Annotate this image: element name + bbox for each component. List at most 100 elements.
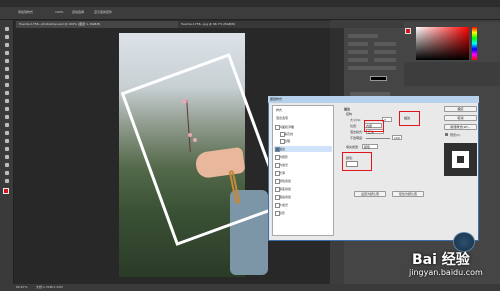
opacity-field[interactable]: 100 bbox=[392, 135, 402, 140]
menu-bar[interactable] bbox=[0, 0, 500, 7]
history-brush-icon[interactable] bbox=[3, 98, 11, 104]
opacity-slider[interactable] bbox=[366, 138, 390, 139]
gradient-tool-icon[interactable] bbox=[3, 114, 11, 120]
panel-row[interactable] bbox=[374, 50, 396, 54]
style-item-pattern-overlay[interactable]: 图案叠加 bbox=[274, 194, 332, 200]
hand-tool-icon[interactable] bbox=[3, 170, 11, 176]
style-item-satin[interactable]: 光泽 bbox=[274, 170, 332, 176]
lasso-tool-icon[interactable] bbox=[3, 42, 11, 48]
eraser-tool-icon[interactable] bbox=[3, 106, 11, 112]
style-checkbox[interactable] bbox=[275, 171, 280, 176]
stamp-tool-icon[interactable] bbox=[3, 90, 11, 96]
zoom-tool-icon[interactable] bbox=[3, 178, 11, 184]
style-checkbox[interactable] bbox=[275, 179, 280, 184]
cancel-button[interactable]: 取消 bbox=[444, 115, 477, 121]
style-item-color-overlay[interactable]: 颜色叠加 bbox=[274, 178, 332, 184]
style-checkbox[interactable] bbox=[275, 163, 280, 168]
style-checkbox[interactable] bbox=[275, 195, 280, 200]
panel-row[interactable] bbox=[348, 66, 396, 70]
section-title: 描边 bbox=[344, 107, 351, 111]
style-checkbox[interactable] bbox=[280, 139, 285, 144]
style-list: 样式 混合选项 斜面和浮雕 等高线 纹理 描边 内阴影 内发光 光泽 颜色叠加 … bbox=[272, 105, 334, 236]
position-label: 位置: bbox=[350, 124, 358, 128]
style-label: 内发光 bbox=[279, 163, 289, 167]
style-item-drop-shadow[interactable]: 投影 bbox=[274, 210, 332, 216]
style-item-contour[interactable]: 等高线 bbox=[274, 131, 332, 137]
structure-label: 结构 bbox=[346, 112, 353, 116]
style-label: 等高线 bbox=[284, 132, 294, 136]
healing-tool-icon[interactable] bbox=[3, 74, 11, 80]
style-checkbox[interactable] bbox=[275, 125, 280, 130]
options-bar: 添加到样式 100% 自动选择 显示变换控件 bbox=[0, 7, 500, 20]
path-select-tool-icon[interactable] bbox=[3, 154, 11, 160]
options-item-2[interactable]: 100% bbox=[55, 10, 64, 14]
zoom-readout[interactable]: 66.67% bbox=[16, 284, 27, 291]
fill-type-select[interactable]: 颜色 bbox=[362, 144, 378, 149]
style-preview-core bbox=[457, 156, 464, 163]
preview-label: 预览(V) bbox=[450, 133, 461, 137]
style-checkbox[interactable] bbox=[275, 203, 280, 208]
panel-row[interactable] bbox=[348, 42, 368, 46]
options-item-1[interactable]: 添加到样式 bbox=[18, 10, 33, 14]
reset-default-button[interactable]: 复位为默认值 bbox=[392, 191, 424, 197]
style-label: 图案叠加 bbox=[279, 195, 292, 199]
blur-tool-icon[interactable] bbox=[3, 122, 11, 128]
pen-tool-icon[interactable] bbox=[3, 138, 11, 144]
baidu-watermark-logo: Bai 经验 bbox=[412, 252, 470, 268]
style-checkbox[interactable] bbox=[275, 187, 280, 192]
style-item-blending[interactable]: 混合选项 bbox=[274, 115, 332, 121]
ok-button[interactable]: 确定 bbox=[444, 106, 477, 112]
highlight-color bbox=[342, 152, 372, 171]
preview-checkbox[interactable] bbox=[445, 133, 448, 136]
quick-select-tool-icon[interactable] bbox=[3, 50, 11, 56]
style-checkbox[interactable] bbox=[275, 155, 280, 160]
style-item-texture[interactable]: 纹理 bbox=[274, 138, 332, 144]
fill-type-label: 填充类型: bbox=[346, 145, 360, 149]
foreground-color-swatch[interactable] bbox=[3, 188, 9, 194]
style-item-inner-glow[interactable]: 内发光 bbox=[274, 162, 332, 168]
style-label: 斜面和浮雕 bbox=[279, 125, 295, 129]
eyedropper-tool-icon[interactable] bbox=[3, 66, 11, 72]
panel-row[interactable] bbox=[348, 58, 368, 62]
dialog-title[interactable]: 图层样式 bbox=[268, 96, 479, 103]
crop-tool-icon[interactable] bbox=[3, 58, 11, 64]
baidu-watermark-url: jingyan.baidu.com bbox=[409, 268, 483, 277]
style-checkbox[interactable] bbox=[275, 211, 280, 216]
move-tool-icon[interactable] bbox=[3, 26, 11, 32]
new-style-button[interactable]: 新建样式(W)... bbox=[444, 124, 477, 130]
text-color-swatch[interactable] bbox=[370, 76, 387, 81]
options-item-3[interactable]: 自动选择 bbox=[72, 10, 84, 14]
panel-row[interactable] bbox=[374, 42, 396, 46]
brush-tool-icon[interactable] bbox=[3, 82, 11, 88]
style-item-stroke[interactable]: 描边 bbox=[274, 146, 332, 152]
document-tabs: Tuanha-1736...photoshop.psd @ 100% (图层 1… bbox=[14, 20, 334, 28]
highlight-label: 描边 bbox=[404, 116, 411, 120]
hue-slider[interactable] bbox=[472, 27, 477, 60]
style-checkbox-checked[interactable] bbox=[275, 147, 280, 152]
color-picker-field[interactable] bbox=[416, 27, 469, 60]
panel-row[interactable] bbox=[348, 50, 368, 54]
panel-foreground-swatch[interactable] bbox=[405, 28, 411, 34]
panel-row[interactable] bbox=[374, 58, 396, 62]
blend-mode-label: 混合模式: bbox=[350, 130, 364, 134]
options-item-4[interactable]: 显示变换控件 bbox=[94, 10, 112, 14]
style-item-inner-shadow[interactable]: 内阴影 bbox=[274, 154, 332, 160]
style-item-bevel[interactable]: 斜面和浮雕 bbox=[274, 124, 332, 130]
shape-tool-icon[interactable] bbox=[3, 162, 11, 168]
doc-tab-1[interactable]: Tuanha-1736...photoshop.psd @ 100% (图层 1… bbox=[16, 21, 182, 28]
style-label: 外发光 bbox=[279, 203, 289, 207]
marquee-tool-icon[interactable] bbox=[3, 34, 11, 40]
style-item-styles[interactable]: 样式 bbox=[274, 107, 332, 113]
status-bar: 66.67% 文档:1.32M/1.32M bbox=[0, 284, 500, 291]
tools-panel bbox=[0, 20, 14, 284]
type-tool-icon[interactable] bbox=[3, 146, 11, 152]
panel-row[interactable] bbox=[348, 34, 378, 38]
dodge-tool-icon[interactable] bbox=[3, 130, 11, 136]
set-default-button[interactable]: 设置为默认值 bbox=[354, 191, 386, 197]
style-item-gradient-overlay[interactable]: 渐变叠加 bbox=[274, 186, 332, 192]
style-checkbox[interactable] bbox=[280, 132, 285, 137]
doc-tab-2[interactable]: Tuanha-1736...jpg @ 66.7% (RGB/8) bbox=[178, 21, 334, 28]
style-label: 内阴影 bbox=[279, 155, 289, 159]
style-label: 颜色叠加 bbox=[279, 179, 292, 183]
style-item-outer-glow[interactable]: 外发光 bbox=[274, 202, 332, 208]
